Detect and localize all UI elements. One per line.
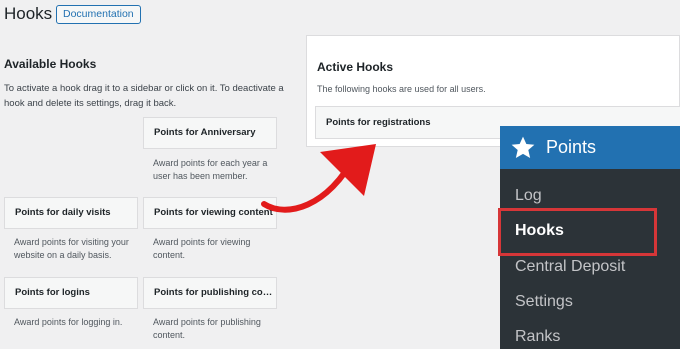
- active-hooks-title: Active Hooks: [317, 60, 394, 74]
- hook-publishing-content-description: Award points for publishing content.: [153, 317, 261, 340]
- hook-logins-description: Award points for logging in.: [14, 317, 123, 327]
- menu-item-settings[interactable]: Settings: [515, 293, 573, 311]
- star-icon: [511, 136, 535, 158]
- annotation-arrow: [261, 144, 376, 213]
- menu-item-log[interactable]: Log: [515, 187, 542, 205]
- hook-anniversary[interactable]: Points for Anniversary: [143, 117, 277, 149]
- hooks-highlight-box: [498, 208, 657, 256]
- points-menu-header[interactable]: Points: [500, 126, 680, 169]
- page-title: Hooks: [4, 4, 53, 23]
- hook-viewing-content-description: Award points for viewing content.: [153, 237, 251, 260]
- available-hooks-description: To activate a hook drag it to a sidebar …: [4, 83, 284, 109]
- active-hooks-description: The following hooks are used for all use…: [317, 84, 486, 94]
- available-hooks-title: Available Hooks: [4, 57, 97, 71]
- hook-logins[interactable]: Points for logins: [4, 277, 138, 309]
- hook-viewing-content[interactable]: Points for viewing content: [143, 197, 277, 229]
- documentation-button[interactable]: Documentation: [56, 5, 141, 24]
- menu-item-central-deposit[interactable]: Central Deposit: [515, 258, 625, 276]
- points-menu-title: Points: [546, 137, 597, 157]
- hook-daily-visits[interactable]: Points for daily visits: [4, 197, 138, 229]
- menu-item-ranks[interactable]: Ranks: [515, 328, 560, 346]
- hook-daily-visits-description: Award points for visiting your website o…: [14, 237, 129, 260]
- hook-publishing-content[interactable]: Points for publishing con...: [143, 277, 277, 309]
